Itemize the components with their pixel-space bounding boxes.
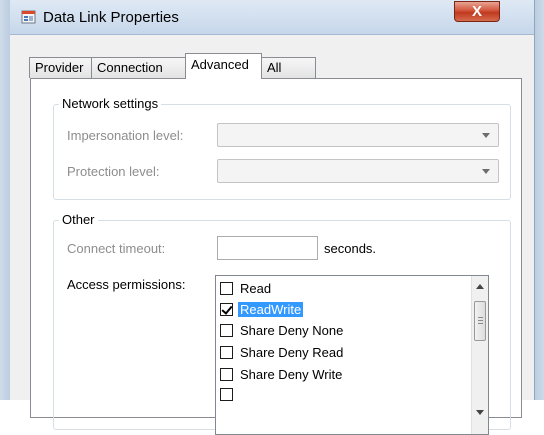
permission-label: Read xyxy=(240,280,272,296)
tab-provider[interactable]: Provider xyxy=(29,57,92,78)
tab-all[interactable]: All xyxy=(261,57,316,78)
window-title: Data Link Properties xyxy=(43,9,179,26)
tab-label: Advanced xyxy=(191,57,249,72)
share-deny-write-checkbox[interactable] xyxy=(220,367,233,381)
chevron-down-icon xyxy=(482,169,490,174)
connect-timeout-label: Connect timeout: xyxy=(67,241,166,256)
impersonation-level-select[interactable] xyxy=(217,123,499,147)
permission-label: Share Deny None xyxy=(240,322,344,338)
access-permissions-label: Access permissions: xyxy=(67,277,186,292)
permission-item-share-deny-read[interactable]: Share Deny Read xyxy=(220,342,460,362)
connect-timeout-unit: seconds. xyxy=(324,241,377,256)
permission-label: Share Deny Read xyxy=(240,344,344,360)
permission-label: Share Deny Write xyxy=(240,366,343,382)
chevron-down-icon xyxy=(482,133,490,138)
permission-label: ReadWrite xyxy=(238,301,304,317)
scroll-thumb[interactable] xyxy=(474,301,486,341)
scroll-down-icon[interactable] xyxy=(476,410,484,415)
permission-item-partial xyxy=(220,384,460,404)
network-settings-group xyxy=(53,104,511,200)
tab-connection[interactable]: Connection xyxy=(91,57,186,78)
share-deny-none-checkbox[interactable] xyxy=(220,323,233,337)
list-scrollbar[interactable] xyxy=(471,276,488,434)
permission-item-readwrite[interactable]: ReadWrite xyxy=(220,299,460,319)
permission-item-read[interactable]: Read xyxy=(220,278,460,298)
other-group-title: Other xyxy=(59,212,98,227)
read-checkbox[interactable] xyxy=(220,281,233,295)
protection-level-select[interactable] xyxy=(217,159,499,183)
permission-item-share-deny-write[interactable]: Share Deny Write xyxy=(220,364,460,384)
title-bar[interactable]: Data Link Properties X xyxy=(10,0,534,35)
close-button[interactable]: X xyxy=(454,1,500,22)
connect-timeout-input[interactable] xyxy=(217,236,318,260)
share-deny-read-checkbox[interactable] xyxy=(220,345,233,359)
data-link-icon xyxy=(21,10,36,24)
network-settings-title: Network settings xyxy=(59,96,162,111)
close-icon: X xyxy=(471,3,482,20)
impersonation-level-label: Impersonation level: xyxy=(67,128,184,143)
tab-advanced[interactable]: Advanced xyxy=(185,53,262,79)
tab-label: All xyxy=(267,60,282,75)
grip-line xyxy=(478,323,483,324)
access-permissions-list[interactable]: Read ReadWrite Share Deny None Share Den… xyxy=(215,275,489,435)
tab-label: Provider xyxy=(35,60,84,75)
dialog-client-area: Provider Connection Advanced All Network… xyxy=(10,35,534,435)
grip-line xyxy=(478,317,483,318)
tab-label: Connection xyxy=(97,60,163,75)
readwrite-checkbox[interactable] xyxy=(220,302,233,316)
partial-checkbox xyxy=(220,387,233,401)
window-frame-right xyxy=(534,0,544,400)
protection-level-label: Protection level: xyxy=(67,164,160,179)
permission-item-share-deny-none[interactable]: Share Deny None xyxy=(220,320,460,340)
scroll-up-icon[interactable] xyxy=(476,284,484,289)
grip-line xyxy=(478,320,483,321)
